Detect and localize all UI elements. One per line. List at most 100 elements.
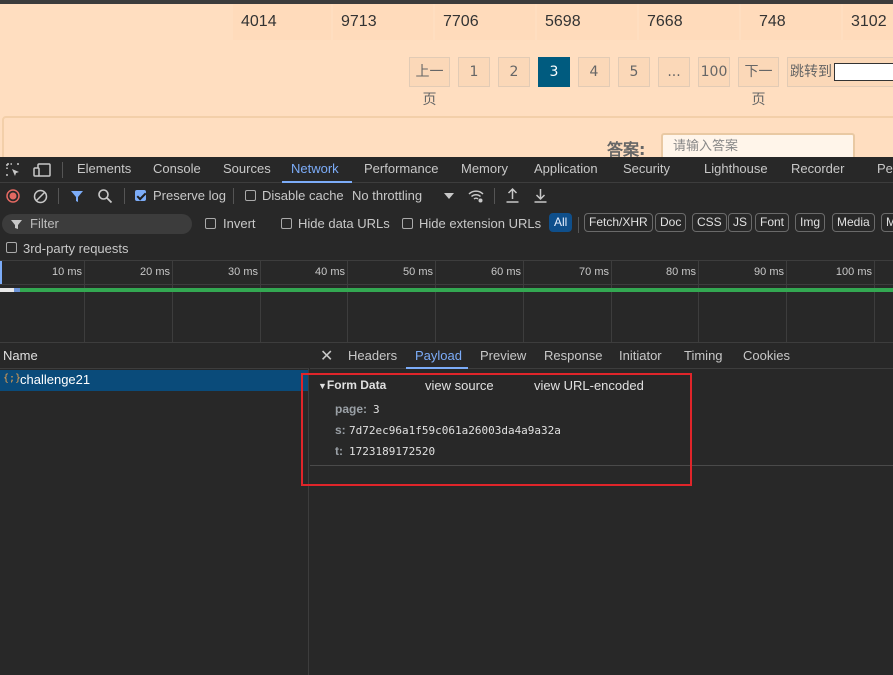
section-divider [310, 465, 893, 466]
type-filter-css[interactable]: CSS [692, 213, 727, 232]
type-filter-all[interactable]: All [549, 213, 573, 232]
timeline-tick-label: 70 ms [579, 266, 609, 278]
page-button[interactable]: 2 [498, 57, 530, 87]
timeline-start-marker [0, 261, 2, 285]
view-url-encoded-link[interactable]: view URL-encoded [534, 378, 644, 393]
divider [233, 188, 234, 204]
tab-headers[interactable]: Headers [348, 348, 397, 363]
expand-triangle-icon: ▼ [318, 381, 327, 391]
filter-bar: Filter Invert Hide data URLs Hide extens… [0, 210, 893, 237]
tab-performance-insights[interactable]: Pe [877, 161, 893, 176]
tab-memory[interactable]: Memory [461, 161, 508, 176]
filter-icon[interactable] [70, 189, 84, 203]
throttling-select[interactable]: No throttling [352, 188, 422, 203]
field-value-t: 1723189172520 [349, 445, 436, 458]
number-cell: 4014 [233, 4, 331, 40]
network-conditions-icon[interactable] [467, 188, 485, 204]
clear-icon[interactable] [33, 189, 48, 204]
tab-preview[interactable]: Preview [480, 348, 526, 363]
export-har-icon[interactable] [533, 187, 548, 204]
timeline-tick-label: 60 ms [491, 266, 521, 278]
prev-page-button[interactable]: 上一页 [409, 57, 450, 108]
tab-recorder[interactable]: Recorder [791, 161, 844, 176]
third-party-bar: 3rd-party requests [0, 237, 893, 260]
type-filter-img[interactable]: Img [795, 213, 826, 232]
tab-payload[interactable]: Payload [415, 348, 462, 363]
jump-page-input[interactable] [834, 63, 893, 81]
record-icon[interactable] [6, 189, 20, 203]
tab-console[interactable]: Console [153, 161, 201, 176]
numbers-row: 4014 9713 7706 5698 7668 748 3102 [233, 4, 893, 40]
timeline-overview[interactable]: 10 ms 20 ms 30 ms 40 ms 50 ms 60 ms 70 m… [0, 260, 893, 343]
field-key-page: page: [335, 402, 368, 416]
timeline-gridline [611, 261, 612, 343]
web-page: 4014 9713 7706 5698 7668 748 3102 上一页 1 … [0, 0, 893, 157]
field-key-s: s: [335, 423, 346, 437]
request-row[interactable]: {;} challenge21 [0, 370, 308, 391]
type-filter-media[interactable]: Media [832, 213, 875, 232]
field-value-s: 7d72ec96a1f59c061a26003da4a9a32a [349, 424, 561, 437]
page-button[interactable]: 1 [458, 57, 490, 87]
timeline-gridline [698, 261, 699, 343]
timeline-gridline [874, 261, 875, 343]
hide-extension-urls-checkbox[interactable] [402, 218, 413, 229]
number-cell: 7706 [435, 4, 535, 40]
disable-cache-label: Disable cache [262, 188, 344, 203]
tab-cookies[interactable]: Cookies [743, 348, 790, 363]
close-icon[interactable]: ✕ [320, 346, 333, 366]
timeline-tick-label: 80 ms [666, 266, 696, 278]
disable-cache-checkbox[interactable] [245, 190, 256, 201]
answer-input[interactable]: 请输入答案 [661, 133, 855, 157]
filter-placeholder: Filter [30, 216, 59, 231]
tab-sources[interactable]: Sources [223, 161, 271, 176]
number-cell: 3102 [843, 4, 893, 40]
preserve-log-checkbox[interactable] [135, 190, 146, 201]
tab-timing[interactable]: Timing [684, 348, 723, 363]
type-filter-js[interactable]: JS [728, 213, 753, 232]
search-icon[interactable] [97, 188, 113, 204]
page-ellipsis: ... [658, 57, 690, 87]
request-list-header[interactable]: Name [0, 343, 309, 369]
invert-checkbox[interactable] [205, 218, 216, 229]
tab-response[interactable]: Response [544, 348, 603, 363]
form-data-title: Form Data [326, 378, 387, 392]
divider [62, 162, 63, 178]
xhr-request-icon: {;} [3, 373, 22, 384]
device-toolbar-icon[interactable] [33, 162, 51, 178]
devtools-main-tabs: Elements Console Sources Network Perform… [0, 157, 893, 183]
third-party-checkbox[interactable] [6, 242, 17, 253]
tab-application[interactable]: Application [534, 161, 598, 176]
number-cell: 9713 [333, 4, 433, 40]
type-filter-fetch-xhr[interactable]: Fetch/XHR [584, 213, 653, 232]
hide-data-urls-checkbox[interactable] [281, 218, 292, 229]
tab-lighthouse[interactable]: Lighthouse [704, 161, 768, 176]
type-filter-manifest[interactable]: M [881, 213, 893, 232]
page-button[interactable]: 4 [578, 57, 610, 87]
request-detail-tabs: ✕ Headers Payload Preview Response Initi… [310, 343, 893, 369]
invert-label: Invert [223, 216, 256, 231]
divider [578, 217, 579, 233]
view-source-link[interactable]: view source [425, 378, 494, 393]
timeline-tick-label: 100 ms [835, 266, 872, 278]
import-har-icon[interactable] [505, 187, 520, 204]
tab-security[interactable]: Security [623, 161, 670, 176]
timeline-tick-label: 20 ms [140, 266, 170, 278]
number-cell: 5698 [537, 4, 637, 40]
page-button[interactable]: 100 [698, 57, 730, 87]
tab-elements[interactable]: Elements [77, 161, 131, 176]
divider [58, 188, 59, 204]
inspect-element-icon[interactable] [5, 162, 21, 178]
tab-performance[interactable]: Performance [364, 161, 438, 176]
page-button-current[interactable]: 3 [538, 57, 570, 87]
page-button[interactable]: 5 [618, 57, 650, 87]
timeline-gridline [786, 261, 787, 343]
type-filter-font[interactable]: Font [755, 213, 790, 232]
timeline-tick-label: 30 ms [228, 266, 258, 278]
tab-network[interactable]: Network [291, 161, 339, 176]
type-filter-doc[interactable]: Doc [655, 213, 687, 232]
filter-input[interactable]: Filter [2, 214, 192, 234]
network-toolbar: Preserve log Disable cache No throttling [0, 183, 893, 210]
tab-initiator[interactable]: Initiator [619, 348, 662, 363]
form-data-section[interactable]: ▼Form Data [318, 378, 386, 392]
next-page-button[interactable]: 下一页 [738, 57, 779, 108]
